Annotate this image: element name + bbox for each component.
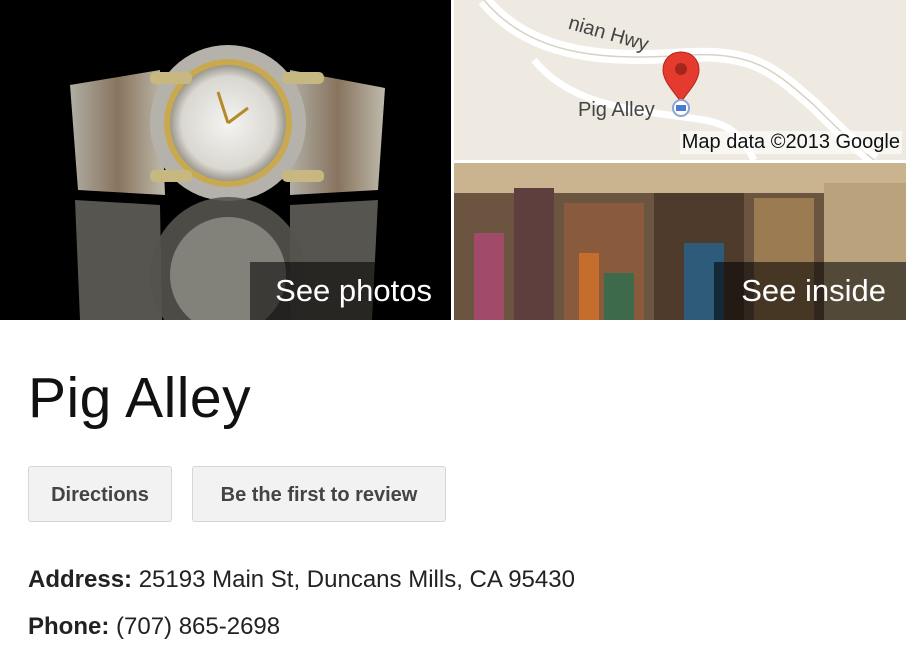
place-title: Pig Alley (28, 366, 252, 430)
map-attribution: Map data ©2013 Google (679, 131, 902, 154)
inside-tile[interactable]: See inside (454, 163, 906, 320)
address-label: Address: (28, 566, 133, 593)
photos-tile[interactable]: See photos (0, 0, 451, 320)
map-pin-icon[interactable] (661, 50, 701, 120)
write-review-button[interactable]: Be the first to review (192, 466, 446, 522)
map-tile[interactable]: nian Hwy Pig Alley Map data ©2013 Google (454, 0, 906, 160)
phone-row: Phone: (707) 865-2698 (28, 613, 280, 641)
map-place-label: Pig Alley (578, 99, 655, 121)
see-inside-label[interactable]: See inside (714, 262, 906, 320)
phone-label: Phone: (28, 613, 110, 640)
address-value: 25193 Main St, Duncans Mills, CA 95430 (138, 566, 575, 593)
address-row: Address: 25193 Main St, Duncans Mills, C… (28, 566, 575, 594)
phone-value[interactable]: (707) 865-2698 (116, 613, 280, 640)
see-photos-label[interactable]: See photos (250, 262, 451, 320)
directions-button[interactable]: Directions (28, 466, 172, 522)
